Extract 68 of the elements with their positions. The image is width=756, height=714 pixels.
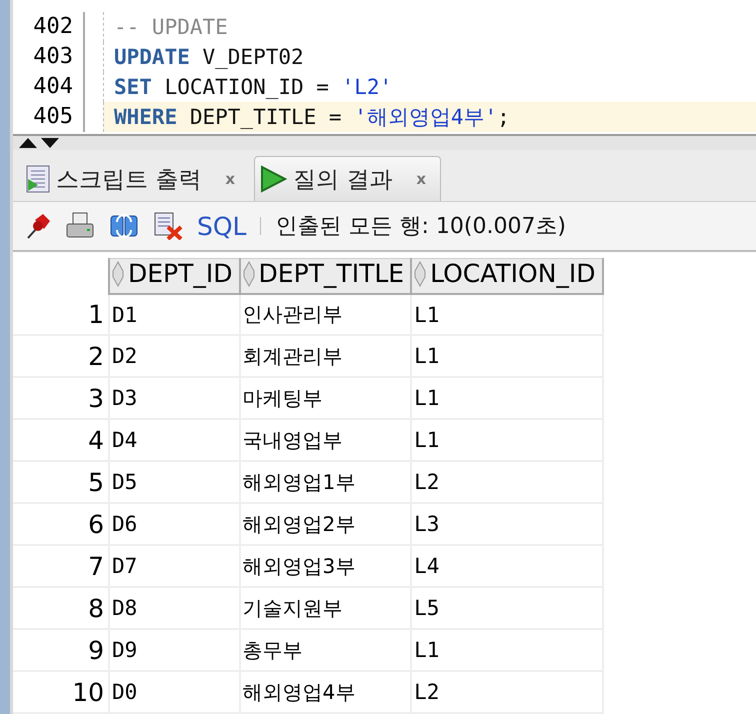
table-cell: L1 [411, 294, 603, 335]
table-cell: L1 [411, 419, 603, 461]
column-header[interactable]: DEPT_TITLE [240, 258, 412, 294]
table-cell: 인사관리부 [240, 294, 412, 335]
row-number: 10 [13, 671, 109, 713]
table-cell: D5 [109, 461, 240, 503]
table-cell: D8 [109, 587, 240, 629]
row-number: 3 [13, 377, 109, 419]
row-number: 9 [13, 629, 109, 671]
play-icon [259, 165, 287, 194]
script-icon [26, 165, 50, 194]
printer-icon[interactable] [65, 212, 95, 240]
row-number: 1 [13, 294, 109, 335]
clear-icon[interactable] [153, 212, 183, 240]
table-cell: L5 [411, 587, 603, 629]
table-cell: D6 [109, 503, 240, 545]
table-cell: 기술지원부 [240, 587, 412, 629]
table-cell: 회계관리부 [240, 335, 412, 377]
fetch-status: 인출된 모든 행: 10(0.007초) [275, 213, 566, 242]
table-cell: 해외영업2부 [240, 503, 412, 545]
table-cell: L1 [411, 335, 603, 377]
tab-label: 질의 결과 [293, 166, 392, 195]
table-cell: D7 [109, 545, 240, 587]
table-cell: D4 [109, 419, 240, 461]
table-cell: D1 [109, 294, 240, 335]
row-number: 5 [13, 461, 109, 503]
down-arrow-icon[interactable] [41, 138, 59, 148]
table-cell: L3 [411, 503, 603, 545]
table-cell: 해외영업1부 [240, 461, 412, 503]
refresh-icon[interactable] [109, 212, 139, 240]
tab[interactable]: 질의 결과 x [254, 156, 441, 202]
table-cell: L1 [411, 377, 603, 419]
table-cell: D0 [109, 671, 240, 713]
table-cell: D3 [109, 377, 240, 419]
line-number: 402 [13, 12, 85, 42]
table-cell: 해외영업4부 [240, 671, 412, 713]
table-cell: L1 [411, 629, 603, 671]
table-cell: L2 [411, 671, 603, 713]
sort-icon [414, 260, 426, 287]
table-cell: 총무부 [240, 629, 412, 671]
table-cell: L4 [411, 545, 603, 587]
up-arrow-icon[interactable] [19, 138, 37, 148]
table-cell: L2 [411, 461, 603, 503]
row-number: 2 [13, 335, 109, 377]
row-number: 8 [13, 587, 109, 629]
table-cell: D9 [109, 629, 240, 671]
code-line: UPDATE V_DEPT02 [103, 42, 756, 72]
table-cell: 국내영업부 [240, 419, 412, 461]
sql-link[interactable]: SQL [197, 212, 246, 241]
close-icon[interactable]: x [416, 170, 426, 188]
table-cell: D2 [109, 335, 240, 377]
table-cell: 마케팅부 [240, 377, 412, 419]
sort-icon [242, 260, 255, 287]
close-icon[interactable]: x [225, 170, 235, 188]
row-number: 4 [13, 419, 109, 461]
column-header[interactable]: DEPT_ID [109, 258, 240, 294]
line-number: 404 [13, 72, 85, 102]
tab[interactable]: 스크립트 출력 x [21, 156, 250, 202]
tab-label: 스크립트 출력 [56, 166, 202, 195]
table-cell: 해외영업3부 [240, 545, 412, 587]
pin-icon[interactable] [25, 212, 51, 240]
column-header[interactable]: LOCATION_ID [411, 258, 603, 294]
line-number: 403 [13, 42, 85, 72]
line-number: 405 [13, 102, 85, 132]
code-line: -- UPDATE [103, 12, 756, 42]
row-number: 6 [13, 503, 109, 545]
sort-icon [112, 260, 124, 287]
row-number: 7 [13, 545, 109, 587]
